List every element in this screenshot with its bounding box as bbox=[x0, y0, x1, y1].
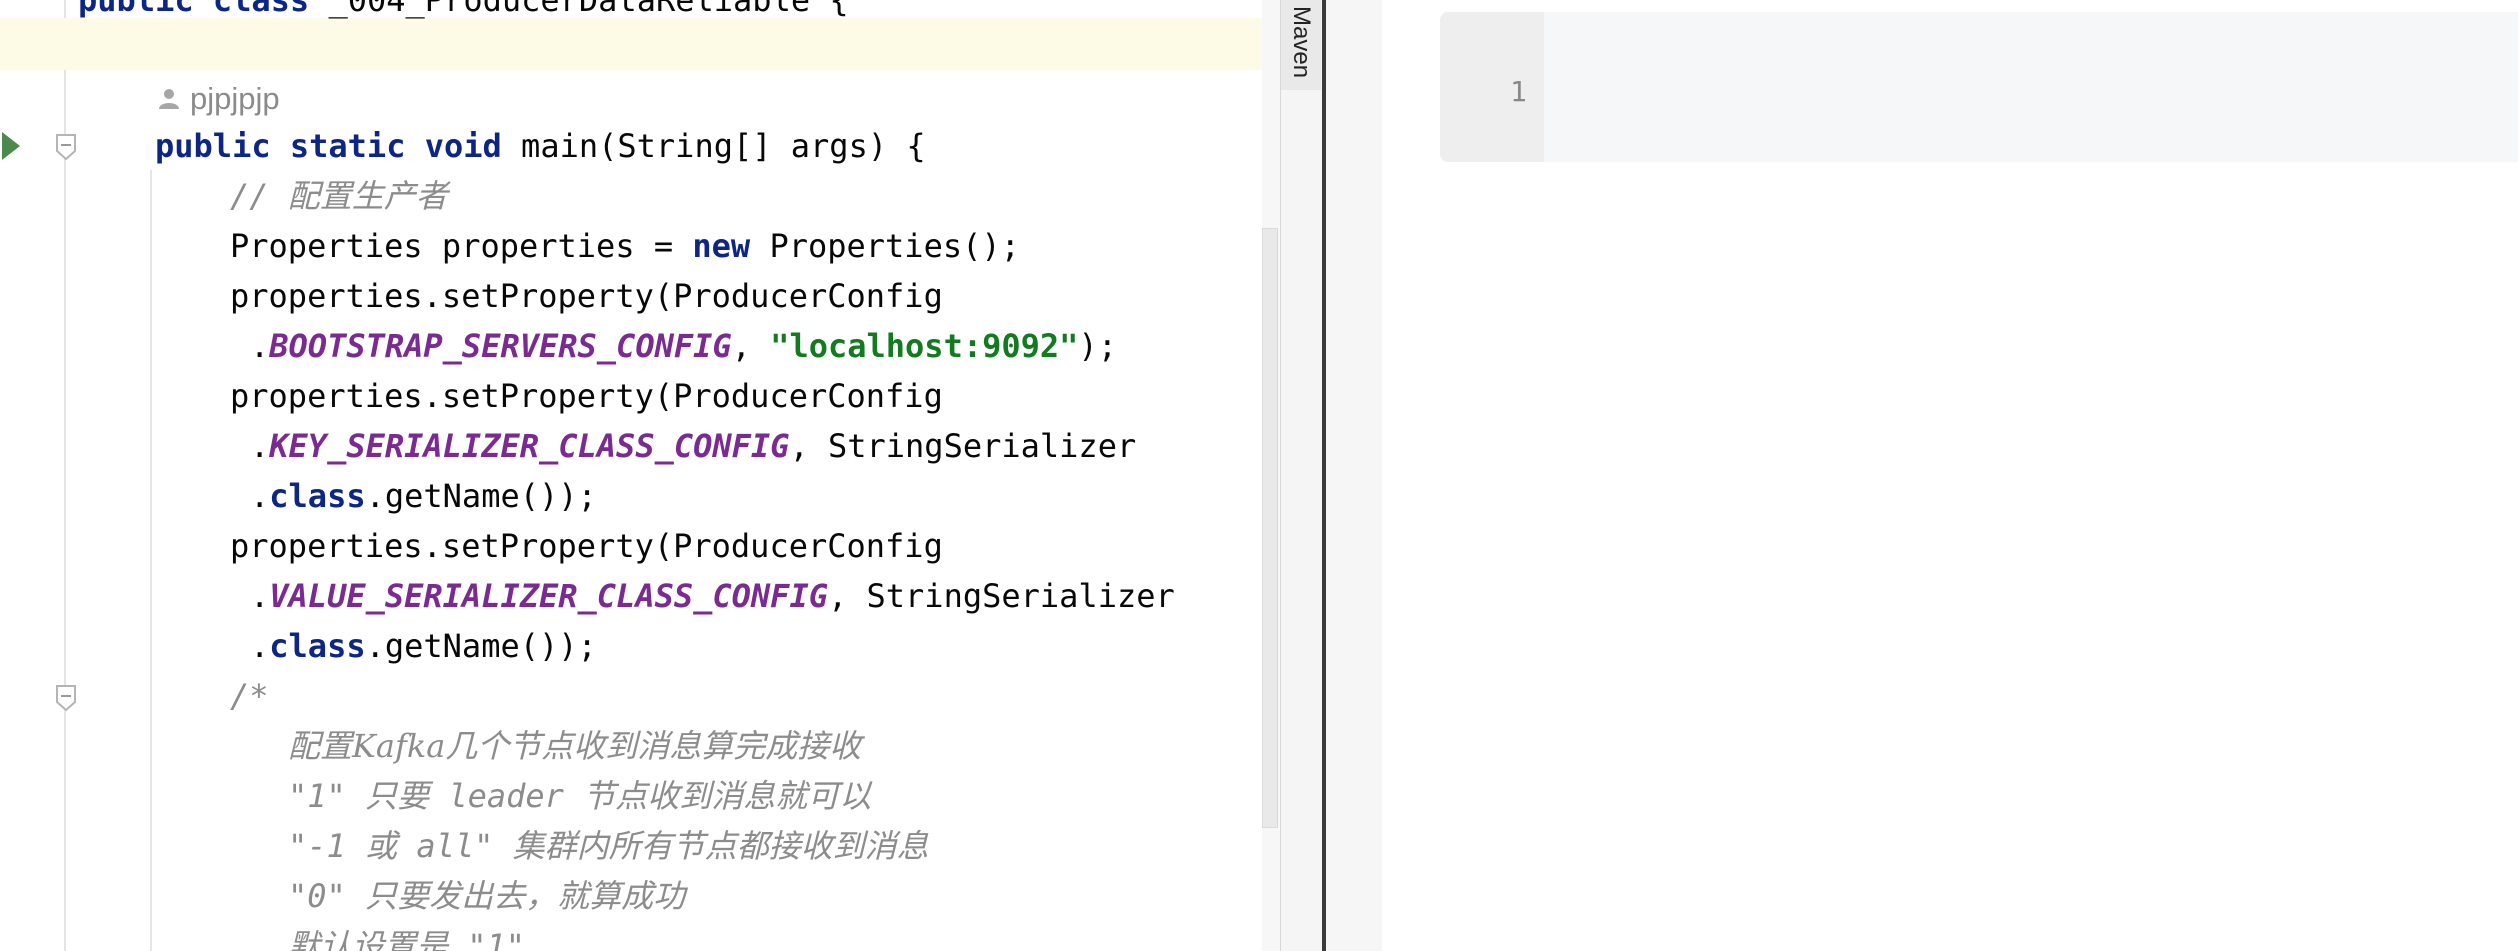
code-line-block-comment[interactable]: "-1 或 all" 集群内所有节点都接收到消息 bbox=[288, 821, 929, 871]
keyword: void bbox=[424, 127, 502, 165]
code-line-class-declaration[interactable]: public class _004_ProducerDataReliable { bbox=[78, 0, 849, 25]
code-text: , StringSerializer bbox=[827, 577, 1175, 615]
code-text: , bbox=[731, 327, 771, 365]
code-line-set-property[interactable]: properties.setProperty(ProducerConfig bbox=[230, 521, 943, 571]
code-line-block-comment[interactable]: "0" 只要发出去，就算成功 bbox=[288, 871, 685, 921]
code-editor[interactable]: public class _004_ProducerDataReliable {… bbox=[0, 0, 1280, 951]
code-block[interactable] bbox=[1440, 12, 2518, 162]
comment: "-1 或 all" 集群内所有节点都接收到消息 bbox=[288, 827, 929, 865]
code-line-value-serializer[interactable]: .VALUE_SERIALIZER_CLASS_CONFIG, StringSe… bbox=[250, 571, 1175, 621]
code-text: properties.setProperty(ProducerConfig bbox=[230, 377, 943, 415]
code-text: Properties(); bbox=[750, 227, 1020, 265]
code-text: . bbox=[250, 577, 270, 615]
code-line-set-property[interactable]: properties.setProperty(ProducerConfig bbox=[230, 371, 943, 421]
code-line-block-comment[interactable]: 默认设置是 "1" bbox=[288, 921, 525, 951]
code-text: properties.setProperty(ProducerConfig bbox=[230, 527, 943, 565]
code-line-block-comment[interactable]: "1" 只要 leader 节点收到消息就可以 bbox=[288, 771, 871, 821]
code-line-block-comment-open[interactable]: /* bbox=[230, 671, 269, 721]
code-line-block-comment[interactable]: 配置Kafka几个节点收到消息算完成接收 bbox=[288, 721, 861, 771]
author-inlay-hint[interactable]: pjpjpjp bbox=[190, 74, 280, 124]
person-icon bbox=[159, 89, 179, 109]
code-text: . bbox=[250, 477, 270, 515]
keyword: class bbox=[269, 627, 366, 665]
fold-marker-icon[interactable] bbox=[54, 134, 78, 160]
code-line-bootstrap-config[interactable]: .BOOTSTRAP_SERVERS_CONFIG, "localhost:90… bbox=[250, 321, 1117, 371]
code-line-get-name[interactable]: .class.getName()); bbox=[250, 471, 597, 521]
code-line-comment[interactable]: // 配置生产者 bbox=[230, 171, 448, 221]
keyword: public bbox=[155, 127, 271, 165]
code-line-properties-decl[interactable]: Properties properties = new Properties()… bbox=[230, 221, 1020, 271]
code-text: .getName()); bbox=[365, 627, 597, 665]
editor-scrollbar-thumb[interactable] bbox=[1262, 228, 1278, 828]
code-line-get-name[interactable]: .class.getName()); bbox=[250, 621, 597, 671]
constant: VALUE_SERIALIZER_CLASS_CONFIG bbox=[269, 577, 828, 615]
code-block-line-number: 1 bbox=[1510, 75, 1527, 108]
maven-tool-window-tab[interactable]: Maven bbox=[1281, 0, 1321, 90]
constant: KEY_SERIALIZER_CLASS_CONFIG bbox=[269, 427, 790, 465]
code-line-main-signature[interactable]: public static void main(String[] args) { bbox=[155, 121, 926, 171]
code-text: . bbox=[250, 427, 270, 465]
comment: /* bbox=[230, 677, 269, 715]
current-line-highlight bbox=[0, 18, 1280, 70]
comment: 配置Kafka几个节点收到消息算完成接收 bbox=[288, 727, 862, 765]
code-text: Properties properties = bbox=[230, 227, 693, 265]
run-main-icon[interactable] bbox=[0, 130, 22, 162]
indent-guide bbox=[150, 170, 152, 951]
right-toolwindow-strip bbox=[1280, 0, 1322, 951]
comment: 默认设置是 "1" bbox=[288, 927, 526, 951]
code-text: , StringSerializer bbox=[789, 427, 1137, 465]
fold-marker-icon[interactable] bbox=[54, 685, 78, 711]
comment: "1" 只要 leader 节点收到消息就可以 bbox=[288, 777, 872, 815]
code-text: ); bbox=[1078, 327, 1117, 365]
code-line-key-serializer[interactable]: .KEY_SERIALIZER_CLASS_CONFIG, StringSeri… bbox=[250, 421, 1136, 471]
keyword: public class bbox=[78, 0, 310, 19]
code-text: properties.setProperty(ProducerConfig bbox=[230, 277, 943, 315]
comment: "0" 只要发出去，就算成功 bbox=[288, 877, 686, 915]
code-text: . bbox=[250, 627, 270, 665]
comment: // 配置生产者 bbox=[230, 177, 448, 215]
keyword: static bbox=[289, 127, 406, 165]
code-block-gutter bbox=[1440, 12, 1544, 162]
code-text: . bbox=[250, 327, 270, 365]
code-text: .getName()); bbox=[365, 477, 597, 515]
string-literal: "localhost:9092" bbox=[770, 327, 1079, 365]
keyword: new bbox=[692, 227, 751, 265]
keyword: class bbox=[269, 477, 366, 515]
class-name: _004_ProducerDataReliable { bbox=[309, 0, 849, 19]
constant: BOOTSTRAP_SERVERS_CONFIG bbox=[269, 327, 732, 365]
code-line-set-property[interactable]: properties.setProperty(ProducerConfig bbox=[230, 271, 943, 321]
right-pane-side-strip bbox=[1326, 0, 1382, 951]
code-text: main(String[] args) { bbox=[501, 127, 926, 165]
